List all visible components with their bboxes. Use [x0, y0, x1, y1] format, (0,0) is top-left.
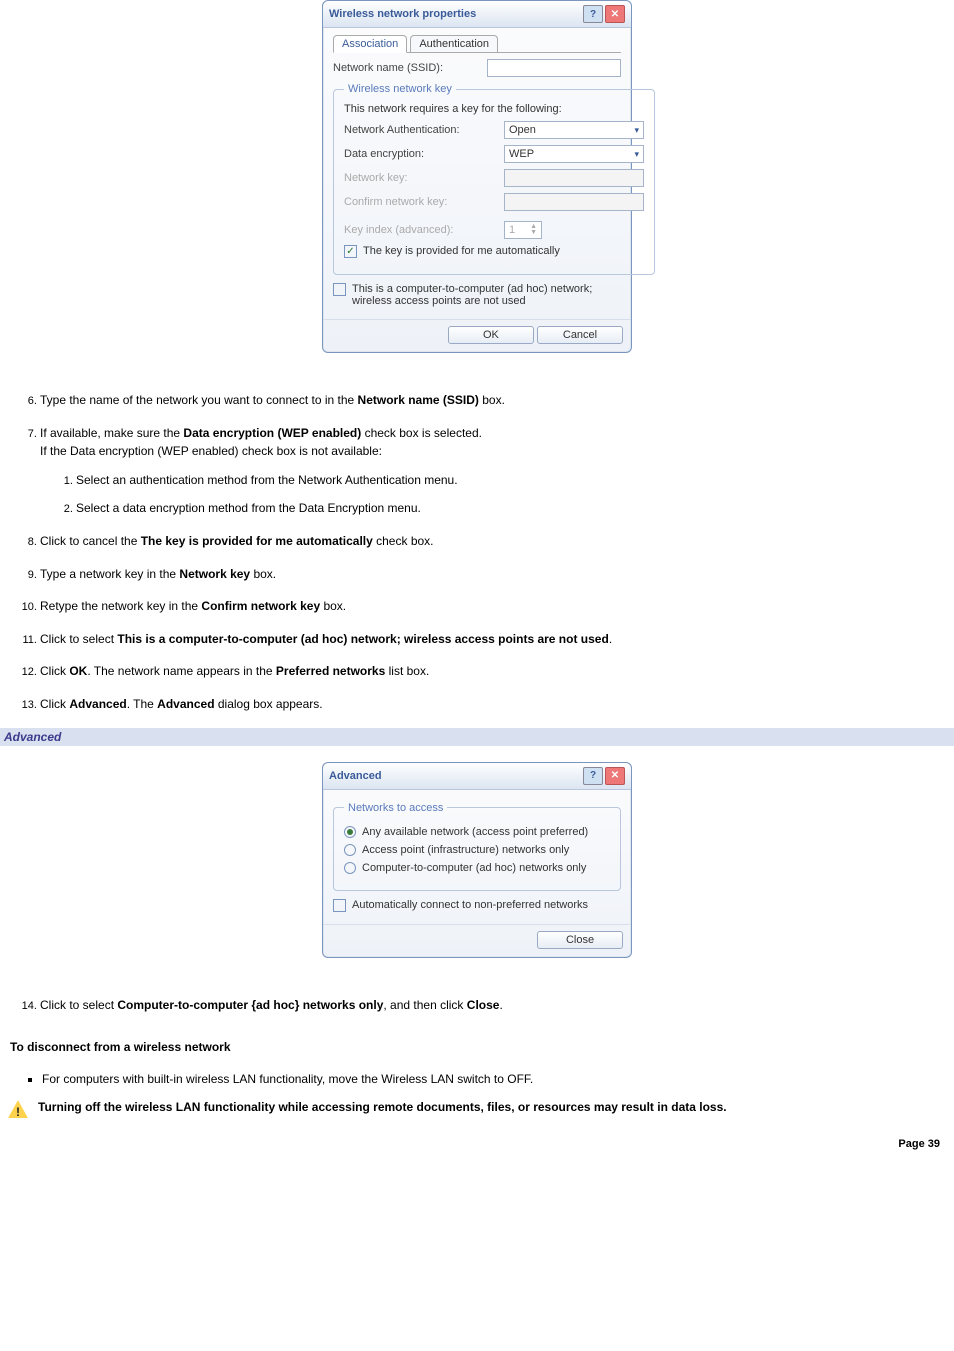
- requires-text: This network requires a key for the foll…: [344, 103, 644, 115]
- dataenc-select[interactable]: WEP ▾: [504, 145, 644, 163]
- radio-any-label: Any available network (access point pref…: [362, 826, 588, 838]
- radio-ap-only[interactable]: [344, 844, 356, 856]
- netkey-input[interactable]: [504, 169, 644, 187]
- wireless-key-group: Wireless network key This network requir…: [333, 83, 655, 275]
- ssid-label: Network name (SSID):: [333, 62, 477, 74]
- netauth-select[interactable]: Open ▾: [504, 121, 644, 139]
- dialog-tabs: Association Authentication: [333, 34, 621, 53]
- dialog-titlebar: Wireless network properties ? ✕: [323, 1, 631, 28]
- caution-block: Turning off the wireless LAN functionali…: [0, 1096, 954, 1122]
- networks-access-group: Networks to access Any available network…: [333, 802, 621, 891]
- dialog-title: Wireless network properties: [329, 8, 476, 20]
- step-7: If available, make sure the Data encrypt…: [40, 424, 942, 518]
- disconnect-heading: To disconnect from a wireless network: [0, 1028, 954, 1054]
- group-legend: Networks to access: [344, 802, 447, 814]
- step-6: Type the name of the network you want to…: [40, 391, 942, 410]
- instruction-list-cont: Click to select Computer-to-computer {ad…: [12, 996, 942, 1015]
- step-9: Type a network key in the Network key bo…: [40, 565, 942, 584]
- autoconnect-label: Automatically connect to non-preferred n…: [352, 899, 588, 911]
- step-12: Click OK. The network name appears in th…: [40, 662, 942, 681]
- step-7-1: Select an authentication method from the…: [76, 471, 942, 490]
- tab-association[interactable]: Association: [333, 35, 407, 53]
- keyidx-label: Key index (advanced):: [344, 224, 494, 236]
- dataenc-value: WEP: [509, 148, 534, 160]
- keyidx-value: 1: [509, 224, 515, 236]
- help-button[interactable]: ?: [583, 5, 603, 23]
- wireless-properties-dialog: Wireless network properties ? ✕ Associat…: [322, 0, 632, 353]
- radio-ap-label: Access point (infrastructure) networks o…: [362, 844, 569, 856]
- dataenc-label: Data encryption:: [344, 148, 494, 160]
- adhoc-label: This is a computer-to-computer (ad hoc) …: [352, 283, 621, 307]
- netauth-value: Open: [509, 124, 536, 136]
- netauth-label: Network Authentication:: [344, 124, 494, 136]
- dialog-title: Advanced: [329, 770, 382, 782]
- step-14: Click to select Computer-to-computer {ad…: [40, 996, 942, 1015]
- advanced-heading: Advanced: [0, 728, 954, 746]
- radio-adhoc-only[interactable]: [344, 862, 356, 874]
- chevron-down-icon: ▾: [634, 149, 639, 160]
- group-legend: Wireless network key: [344, 83, 456, 95]
- disconnect-list: For computers with built-in wireless LAN…: [12, 1072, 942, 1086]
- autokey-checkbox[interactable]: [344, 245, 357, 258]
- warning-icon: [8, 1100, 28, 1118]
- step-13: Click Advanced. The Advanced dialog box …: [40, 695, 942, 714]
- step-8: Click to cancel the The key is provided …: [40, 532, 942, 551]
- confirm-input[interactable]: [504, 193, 644, 211]
- confirm-label: Confirm network key:: [344, 196, 494, 208]
- keyidx-stepper[interactable]: 1 ▲▼: [504, 221, 542, 239]
- disconnect-item: For computers with built-in wireless LAN…: [42, 1072, 942, 1086]
- step-7-2: Select a data encryption method from the…: [76, 499, 942, 518]
- step-10: Retype the network key in the Confirm ne…: [40, 597, 942, 616]
- ssid-input[interactable]: [487, 59, 621, 77]
- advanced-dialog: Advanced ? ✕ Networks to access Any avai…: [322, 762, 632, 958]
- dialog-titlebar: Advanced ? ✕: [323, 763, 631, 790]
- page-number: Page 39: [0, 1122, 954, 1156]
- close-button[interactable]: Close: [537, 931, 623, 949]
- autokey-label: The key is provided for me automatically: [363, 245, 560, 257]
- chevron-down-icon: ▾: [634, 125, 639, 136]
- close-button[interactable]: ✕: [605, 5, 625, 23]
- radio-any-network[interactable]: [344, 826, 356, 838]
- radio-adhoc-label: Computer-to-computer (ad hoc) networks o…: [362, 862, 586, 874]
- ok-button[interactable]: OK: [448, 326, 534, 344]
- substep-list: Select an authentication method from the…: [40, 471, 942, 518]
- instruction-list: Type the name of the network you want to…: [12, 391, 942, 714]
- spinner-icon: ▲▼: [530, 224, 537, 236]
- step-11: Click to select This is a computer-to-co…: [40, 630, 942, 649]
- tab-authentication[interactable]: Authentication: [410, 35, 498, 52]
- close-button[interactable]: ✕: [605, 767, 625, 785]
- adhoc-checkbox[interactable]: [333, 283, 346, 296]
- cancel-button[interactable]: Cancel: [537, 326, 623, 344]
- netkey-label: Network key:: [344, 172, 494, 184]
- caution-text: Turning off the wireless LAN functionali…: [38, 1100, 946, 1114]
- help-button[interactable]: ?: [583, 767, 603, 785]
- autoconnect-checkbox[interactable]: [333, 899, 346, 912]
